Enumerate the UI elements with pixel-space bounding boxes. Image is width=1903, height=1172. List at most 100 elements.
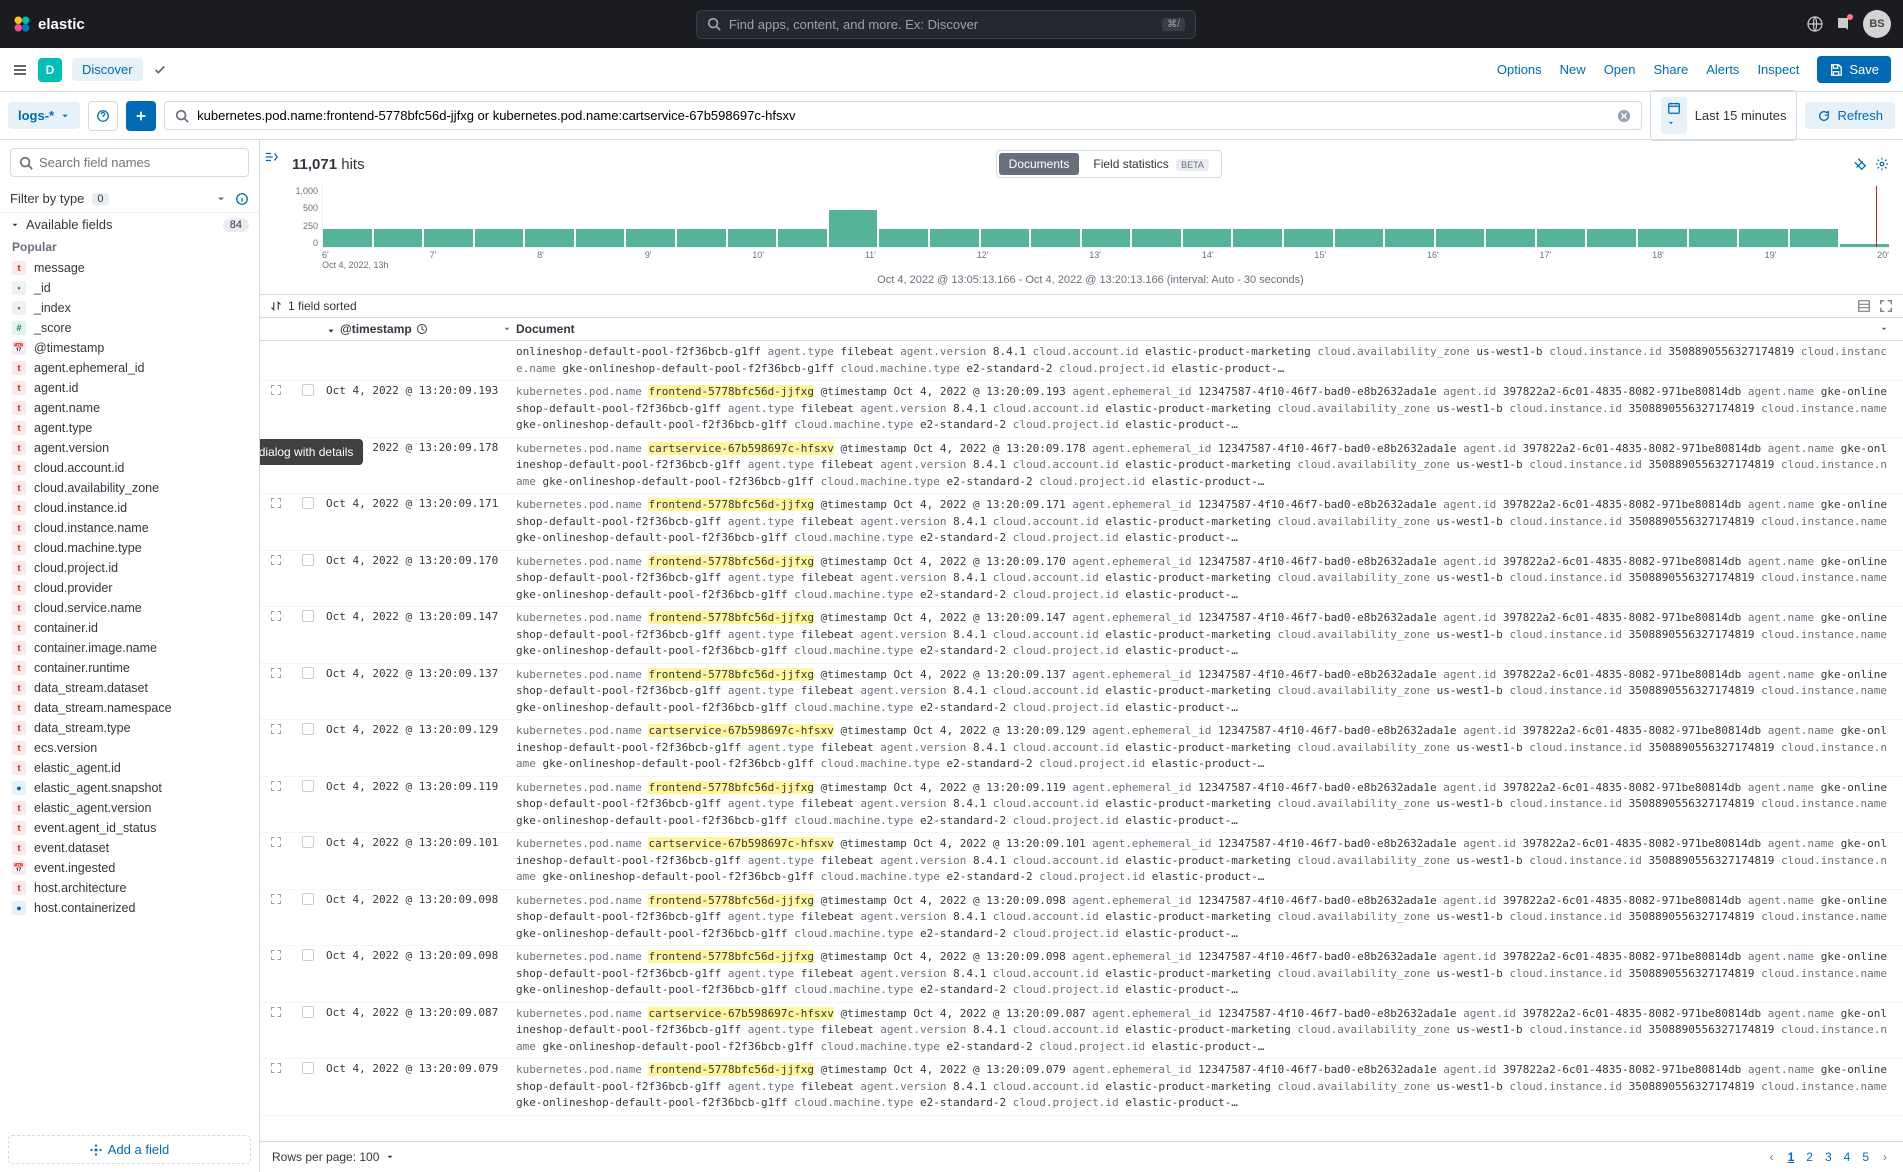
page-3[interactable]: 3	[1819, 1148, 1838, 1166]
field-item[interactable]: tecs.version	[6, 738, 253, 758]
histogram-bar[interactable]	[1335, 229, 1384, 247]
expand-row-icon[interactable]	[270, 384, 282, 434]
histogram-bar[interactable]	[475, 229, 524, 247]
page-4[interactable]: 4	[1838, 1148, 1857, 1166]
expand-row-icon[interactable]	[270, 836, 282, 886]
page-1[interactable]: 1	[1782, 1148, 1801, 1166]
histogram-chart[interactable]: 1,0005002500 6'7'8'9'10'11'12'13'14'15'1…	[260, 182, 1903, 294]
row-checkbox[interactable]	[302, 836, 314, 848]
date-picker[interactable]: Last 15 minutes	[1650, 90, 1798, 141]
filter-info-icon[interactable]	[235, 192, 249, 206]
field-item[interactable]: #_score	[6, 318, 253, 338]
field-item[interactable]: 📅event.ingested	[6, 858, 253, 878]
app-name-pill[interactable]: Discover	[72, 58, 143, 81]
histogram-bar[interactable]	[829, 210, 878, 247]
edit-visualization-icon[interactable]	[1853, 157, 1867, 171]
field-item[interactable]: tmessage	[6, 258, 253, 278]
histogram-bar[interactable]	[1082, 229, 1131, 247]
column-document[interactable]: Document	[516, 322, 1893, 336]
field-item[interactable]: tevent.dataset	[6, 838, 253, 858]
field-item[interactable]: telastic_agent.version	[6, 798, 253, 818]
histogram-bar[interactable]	[1739, 229, 1788, 247]
histogram-bar[interactable]	[626, 229, 675, 247]
column-timestamp[interactable]: @timestamp	[326, 322, 516, 336]
row-checkbox[interactable]	[302, 893, 314, 905]
expand-row-icon[interactable]	[270, 497, 282, 547]
kql-query-input[interactable]	[197, 108, 1609, 123]
row-checkbox[interactable]	[302, 384, 314, 396]
row-checkbox[interactable]	[302, 610, 314, 622]
histogram-bar[interactable]	[1790, 229, 1839, 247]
field-item[interactable]: tagent.ephemeral_id	[6, 358, 253, 378]
expand-row-icon[interactable]	[270, 780, 282, 830]
field-item[interactable]: tagent.type	[6, 418, 253, 438]
user-avatar[interactable]: BS	[1863, 10, 1891, 38]
field-item[interactable]: tcloud.machine.type	[6, 538, 253, 558]
field-item[interactable]: •_id	[6, 278, 253, 298]
global-search[interactable]: Find apps, content, and more. Ex: Discov…	[696, 10, 1196, 39]
brand-logo[interactable]: elastic	[12, 14, 85, 34]
histogram-bar[interactable]	[1233, 229, 1282, 247]
globe-icon[interactable]	[1807, 16, 1823, 32]
newsfeed-icon[interactable]	[1835, 16, 1851, 32]
field-item[interactable]: tagent.name	[6, 398, 253, 418]
open-link[interactable]: Open	[1604, 62, 1636, 77]
field-item[interactable]: tcloud.provider	[6, 578, 253, 598]
inspect-link[interactable]: Inspect	[1757, 62, 1799, 77]
field-search-input[interactable]	[39, 155, 240, 170]
new-link[interactable]: New	[1560, 62, 1586, 77]
field-item[interactable]: thost.architecture	[6, 878, 253, 898]
histogram-bar[interactable]	[525, 229, 574, 247]
chart-options-icon[interactable]	[1875, 157, 1889, 171]
save-button[interactable]: Save	[1817, 56, 1891, 83]
histogram-bar[interactable]	[1689, 229, 1738, 247]
field-item[interactable]: tcloud.availability_zone	[6, 478, 253, 498]
histogram-bar[interactable]	[1840, 244, 1889, 247]
expand-row-icon[interactable]	[270, 949, 282, 999]
field-item[interactable]: tdata_stream.dataset	[6, 678, 253, 698]
page-2[interactable]: 2	[1800, 1148, 1819, 1166]
histogram-bar[interactable]	[1385, 229, 1434, 247]
histogram-bar[interactable]	[1031, 229, 1080, 247]
rows-per-page-selector[interactable]: Rows per page: 100	[272, 1150, 395, 1164]
histogram-bar[interactable]	[1183, 229, 1232, 247]
row-checkbox[interactable]	[302, 497, 314, 509]
data-view-selector[interactable]: logs-*	[8, 102, 80, 129]
histogram-bar[interactable]	[879, 229, 928, 247]
toggle-sidebar-icon[interactable]	[260, 146, 282, 168]
field-item[interactable]: tcloud.service.name	[6, 598, 253, 618]
expand-row-icon[interactable]	[270, 554, 282, 604]
sort-label[interactable]: 1 field sorted	[288, 299, 357, 313]
row-checkbox[interactable]	[302, 554, 314, 566]
nav-menu-icon[interactable]	[12, 62, 28, 78]
field-item[interactable]: tdata_stream.type	[6, 718, 253, 738]
row-checkbox[interactable]	[302, 667, 314, 679]
available-fields-header[interactable]: Available fields 84	[0, 213, 259, 236]
field-item[interactable]: ●elastic_agent.snapshot	[6, 778, 253, 798]
field-item[interactable]: tdata_stream.namespace	[6, 698, 253, 718]
tab-field-statistics[interactable]: Field statistics BETA	[1083, 153, 1219, 175]
expand-row-icon[interactable]	[270, 1006, 282, 1056]
field-item[interactable]: •_index	[6, 298, 253, 318]
field-item[interactable]: 📅@timestamp	[6, 338, 253, 358]
field-item[interactable]: tcloud.project.id	[6, 558, 253, 578]
expand-row-icon[interactable]	[270, 667, 282, 717]
histogram-bar[interactable]	[728, 229, 777, 247]
histogram-bar[interactable]	[1587, 229, 1636, 247]
row-checkbox[interactable]	[302, 780, 314, 792]
histogram-bar[interactable]	[1132, 229, 1181, 247]
add-filter-button[interactable]	[126, 101, 156, 131]
histogram-bar[interactable]	[1284, 229, 1333, 247]
histogram-bar[interactable]	[424, 229, 473, 247]
tab-documents[interactable]: Documents	[999, 153, 1080, 175]
query-help-button[interactable]	[88, 101, 118, 131]
field-item[interactable]: ●host.containerized	[6, 898, 253, 918]
histogram-bar[interactable]	[981, 229, 1030, 247]
histogram-bar[interactable]	[930, 229, 979, 247]
expand-row-icon[interactable]	[270, 1062, 282, 1112]
histogram-bar[interactable]	[778, 229, 827, 247]
field-item[interactable]: telastic_agent.id	[6, 758, 253, 778]
row-checkbox[interactable]	[302, 1062, 314, 1074]
page-5[interactable]: 5	[1856, 1148, 1875, 1166]
filter-by-type[interactable]: Filter by type 0	[0, 185, 259, 213]
